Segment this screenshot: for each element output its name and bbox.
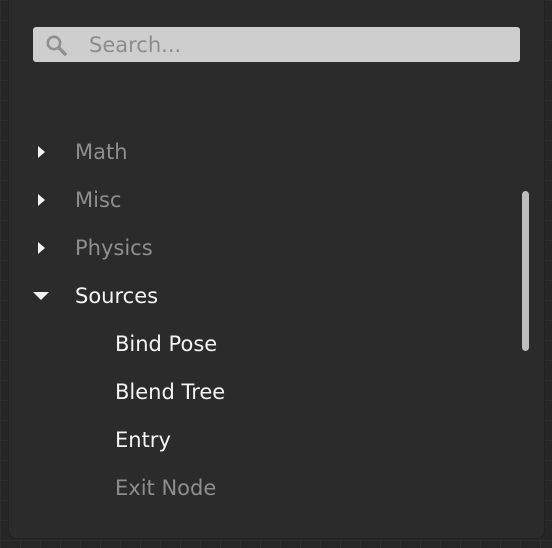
tree-item-entry[interactable]: Entry [9,416,509,464]
tree-category-misc[interactable]: Misc [9,176,509,224]
search-icon [43,32,69,58]
node-picker-panel: Math Misc Physics Sources Bind Pose Blen… [9,0,544,538]
tree-category-label: Physics [75,236,153,260]
caret-right-icon[interactable] [33,192,49,208]
node-tree: Math Misc Physics Sources Bind Pose Blen… [9,128,509,512]
tree-category-label: Math [75,140,128,164]
caret-right-icon[interactable] [33,240,49,256]
tree-category-sources[interactable]: Sources [9,272,509,320]
tree-category-label: Sources [75,284,159,308]
caret-right-icon[interactable] [33,144,49,160]
caret-down-icon[interactable] [33,288,49,304]
tree-item-label: Blend Tree [115,380,226,404]
scrollbar-thumb[interactable] [522,191,529,351]
tree-category-math[interactable]: Math [9,128,509,176]
tree-item-blend-tree[interactable]: Blend Tree [9,368,509,416]
search-field[interactable] [33,27,520,62]
tree-item-bind-pose[interactable]: Bind Pose [9,320,509,368]
tree-item-label: Bind Pose [115,332,218,356]
tree-category-physics[interactable]: Physics [9,224,509,272]
search-input[interactable] [89,32,489,57]
tree-item-label: Entry [115,428,171,452]
tree-category-label: Misc [75,188,122,212]
tree-item-label: Exit Node [115,476,217,500]
tree-item-exit-node: Exit Node [9,464,509,512]
